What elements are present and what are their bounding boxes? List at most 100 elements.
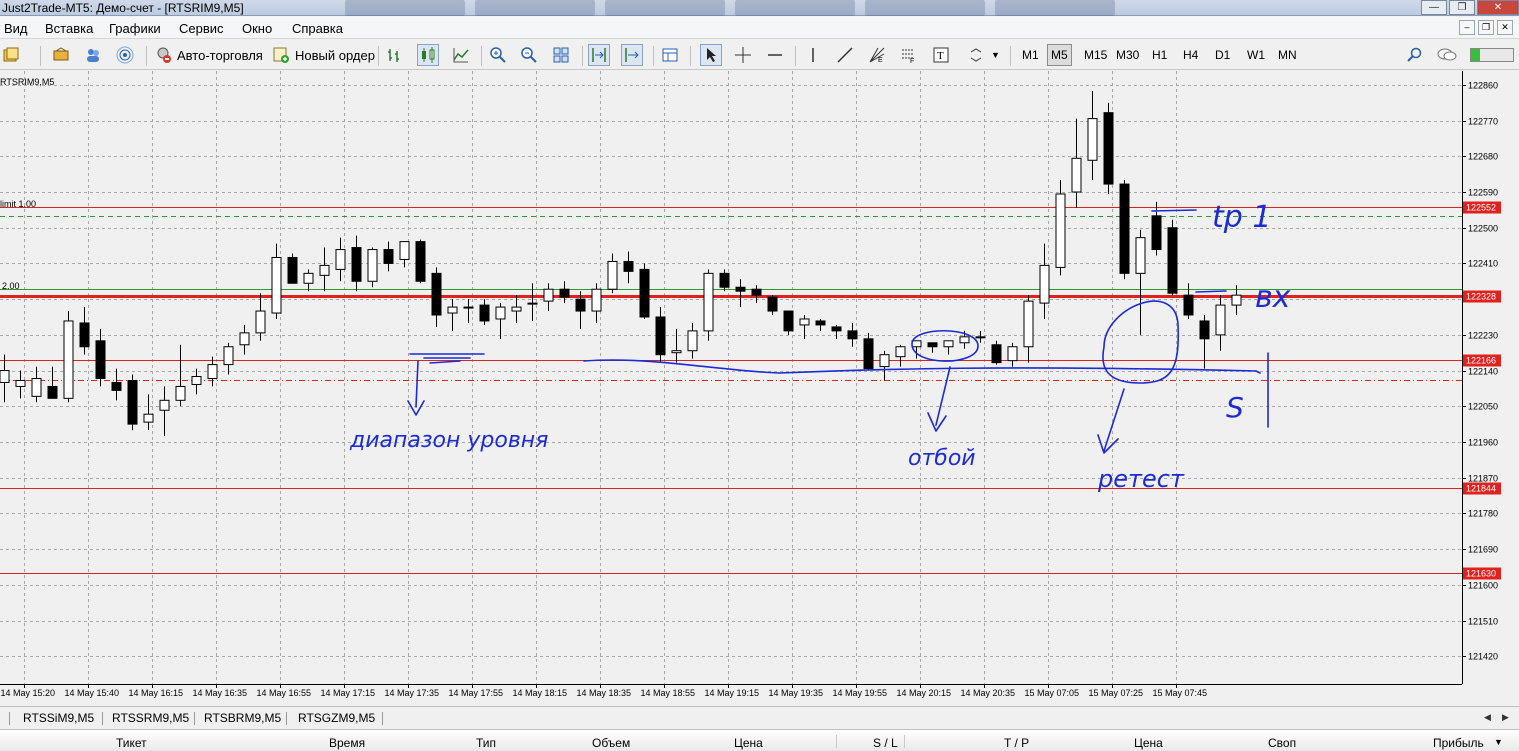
candle-up: [1087, 118, 1098, 161]
mdi-restore-icon[interactable]: ❐: [1478, 20, 1494, 35]
candles-button[interactable]: [417, 43, 439, 67]
zoom-in-button[interactable]: [487, 43, 509, 67]
tile-windows-button[interactable]: [550, 43, 572, 67]
navigator-icon: [50, 44, 72, 66]
col-profit[interactable]: Прибыль: [1433, 736, 1484, 750]
timeframe-m30[interactable]: M30: [1112, 44, 1143, 66]
candle-down: [655, 316, 666, 356]
candle-down: [415, 241, 426, 282]
tab-scroll-left-icon[interactable]: ◀: [1484, 712, 1491, 723]
timeframe-m5[interactable]: M5: [1047, 44, 1072, 66]
tab-scroll-right-icon[interactable]: ▶: [1502, 712, 1509, 723]
shapes-dropdown-button[interactable]: ▼: [966, 43, 1000, 67]
chart-tab-rtssim9[interactable]: RTSSiM9,M5: [18, 710, 99, 727]
limit-order-label: limit 1.00: [0, 199, 37, 209]
menu-help[interactable]: Справка: [292, 21, 343, 36]
vline-button[interactable]: [802, 43, 824, 67]
candle-down: [431, 272, 442, 316]
x-axis-tick-label: 14 May 15:40: [65, 688, 120, 698]
col-ticket[interactable]: Тикет: [116, 736, 147, 750]
col-stop-loss[interactable]: S / L: [873, 736, 898, 750]
candle-up: [1135, 237, 1146, 274]
timeframe-w1[interactable]: W1: [1243, 44, 1269, 66]
col-volume[interactable]: Объем: [592, 736, 630, 750]
mt5-window: Just2Trade-MT5: Демо-счет - [RTSRIM9,M5]…: [0, 0, 1519, 751]
crosshair-icon: [732, 44, 754, 66]
candle-up: [1023, 300, 1034, 348]
market-watch-button[interactable]: [82, 43, 104, 67]
hline-button[interactable]: [764, 43, 786, 67]
candle-up: [511, 306, 522, 312]
search-button[interactable]: [1404, 43, 1426, 67]
candle-up: [1055, 193, 1066, 268]
timeframe-m1[interactable]: M1: [1018, 44, 1043, 66]
vertical-line-icon: [802, 44, 824, 66]
y-axis-tick-label: 121870: [1468, 474, 1498, 484]
candle-up: [1231, 294, 1242, 306]
navigator-button[interactable]: [50, 43, 72, 67]
annotation-retest-text: ретест: [1097, 465, 1185, 493]
restore-icon[interactable]: ❐: [1449, 0, 1475, 15]
fibo-levels-button[interactable]: F: [898, 43, 920, 67]
timeframe-h4[interactable]: H4: [1179, 44, 1202, 66]
chat-button[interactable]: [1436, 43, 1458, 67]
col-take-profit[interactable]: T / P: [1004, 736, 1029, 750]
y-axis-tick-label: 122500: [1468, 224, 1498, 234]
candle-up: [367, 249, 378, 282]
timeframe-d1[interactable]: D1: [1211, 44, 1234, 66]
candle-down: [383, 249, 394, 264]
col-type[interactable]: Тип: [476, 736, 496, 750]
chart-tab-rtsbrm9[interactable]: RTSBRM9,M5: [199, 710, 286, 727]
menu-view[interactable]: Вид: [4, 21, 28, 36]
text-button[interactable]: T: [930, 43, 952, 67]
timeframe-mn[interactable]: MN: [1274, 44, 1301, 66]
menu-window[interactable]: Окно: [242, 21, 272, 36]
chevron-down-icon: ▼: [991, 50, 1000, 60]
candle-down: [287, 256, 298, 284]
candle-down: [351, 247, 362, 282]
close-icon[interactable]: ✕: [1477, 0, 1519, 15]
crosshair-button[interactable]: [732, 43, 754, 67]
minimize-icon[interactable]: —: [1421, 0, 1447, 15]
zoom-in-icon: [487, 44, 509, 66]
col-current-price[interactable]: Цена: [1134, 736, 1163, 750]
trendline-button[interactable]: [834, 43, 856, 67]
algo-trading-button[interactable]: Авто-торговля: [152, 43, 263, 67]
fibo-button[interactable]: E: [866, 43, 888, 67]
line-chart-button[interactable]: [450, 43, 472, 67]
chart-shift-button[interactable]: [588, 43, 610, 67]
profiles-button[interactable]: [0, 43, 22, 67]
x-axis-tick-label: 14 May 20:35: [961, 688, 1016, 698]
menu-tools[interactable]: Сервис: [179, 21, 224, 36]
templates-button[interactable]: [659, 43, 681, 67]
chart-area[interactable]: 122860 122770 122680 122590 122500 122410 1223…: [0, 71, 1519, 706]
menu-insert[interactable]: Вставка: [45, 21, 93, 36]
candlestick-chart[interactable]: 122860 122770 122680 122590 122500 122410 1223…: [0, 71, 1519, 706]
candle-down: [783, 310, 794, 332]
col-swap[interactable]: Своп: [1268, 736, 1296, 750]
col-open-price[interactable]: Цена: [734, 736, 763, 750]
sort-down-icon[interactable]: ▼: [1494, 737, 1503, 747]
candle-up: [495, 306, 506, 320]
candle-up: [255, 310, 266, 334]
new-order-button[interactable]: Новый ордер: [270, 43, 375, 67]
chart-tab-rtssrm9[interactable]: RTSSRM9,M5: [107, 710, 194, 727]
algo-trading-icon: [152, 44, 174, 66]
autoscroll-button[interactable]: [621, 43, 643, 67]
timeframe-m15[interactable]: M15: [1080, 44, 1111, 66]
signals-button[interactable]: [114, 43, 136, 67]
timeframe-h1[interactable]: H1: [1148, 44, 1171, 66]
chart-tab-rtsgzm9[interactable]: RTSGZM9,M5: [293, 710, 380, 727]
zoom-out-button[interactable]: [518, 43, 540, 67]
mdi-minimize-icon[interactable]: –: [1459, 20, 1475, 35]
bar-chart-button[interactable]: [384, 43, 406, 67]
menu-charts[interactable]: Графики: [109, 21, 161, 36]
menu-bar: Вид Вставка Графики Сервис Окно Справка …: [0, 17, 1519, 39]
cursor-button[interactable]: [700, 43, 722, 67]
col-time[interactable]: Время: [329, 736, 365, 750]
chart-symbol-label: RTSRIM9,M5: [0, 77, 55, 87]
y-axis-tick-label: 121510: [1468, 617, 1498, 627]
algo-trading-label: Авто-торговля: [177, 47, 263, 63]
mdi-close-icon[interactable]: ✕: [1497, 20, 1513, 35]
candle-down: [1103, 112, 1114, 185]
